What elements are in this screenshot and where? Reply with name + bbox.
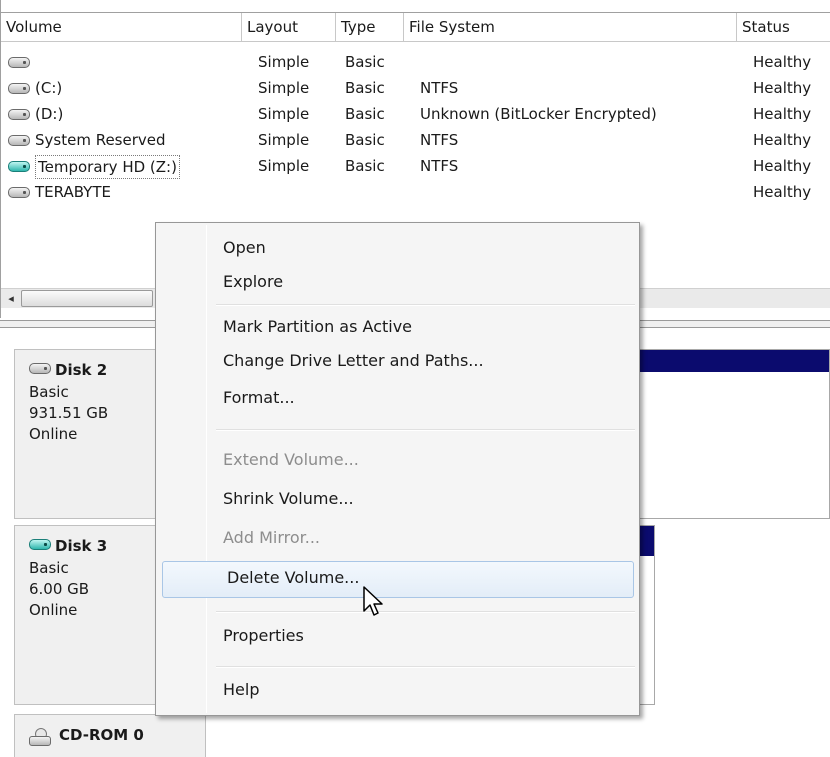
mouse-cursor-icon [363, 586, 383, 616]
volume-layout: Simple [258, 105, 310, 123]
scroll-left-arrow-icon[interactable]: ◂ [2, 290, 20, 307]
scrollbar-thumb[interactable] [21, 290, 153, 307]
menu-item-add-mirror: Add Mirror... [223, 528, 320, 547]
menu-item-help[interactable]: Help [158, 673, 637, 707]
menu-item-change-drive-letter[interactable]: Change Drive Letter and Paths... [158, 344, 637, 378]
volume-file-system: NTFS [420, 157, 459, 175]
drive-icon [8, 135, 30, 146]
column-header-layout[interactable]: Layout [242, 13, 336, 42]
volume-row[interactable]: System Reserved Simple Basic NTFS Health… [1, 128, 830, 154]
menu-item-explore[interactable]: Explore [158, 265, 637, 299]
volume-name: (D:) [35, 105, 64, 123]
cdrom-icon [29, 728, 53, 746]
volume-status: Healthy [753, 79, 812, 97]
volume-name: TERABYTE [35, 183, 111, 201]
drive-icon [29, 539, 51, 550]
volume-row[interactable]: TERABYTE Healthy [1, 180, 830, 206]
volume-status: Healthy [753, 157, 812, 175]
volume-status: Healthy [753, 131, 812, 149]
menu-separator [216, 666, 635, 668]
volume-row-selected[interactable]: Temporary HD (Z:) Simple Basic NTFS Heal… [1, 154, 830, 180]
volume-layout: Simple [258, 79, 310, 97]
volume-layout: Simple [258, 131, 310, 149]
volume-status: Healthy [753, 105, 812, 123]
menu-item-extend-volume: Extend Volume... [223, 450, 359, 469]
disk-info-cdrom-0[interactable]: CD-ROM 0 [14, 714, 206, 757]
volume-name: (C:) [35, 79, 63, 97]
volume-layout: Simple [258, 157, 310, 175]
drive-icon [8, 109, 30, 120]
volume-type: Basic [345, 79, 385, 97]
drive-icon [8, 57, 30, 68]
volume-type: Basic [345, 157, 385, 175]
volume-type: Basic [345, 105, 385, 123]
volume-name: System Reserved [35, 131, 166, 149]
disk-name: CD-ROM 0 [29, 723, 205, 747]
menu-separator [216, 611, 635, 613]
volume-file-system: NTFS [420, 79, 459, 97]
column-header-type[interactable]: Type [336, 13, 404, 42]
context-menu: Open Explore Mark Partition as Active Ch… [155, 222, 640, 716]
drive-icon [8, 161, 30, 172]
volume-layout: Simple [258, 53, 310, 71]
column-header-row: Volume Layout Type File System Status [1, 12, 830, 42]
volume-row[interactable]: Simple Basic Healthy [1, 50, 830, 76]
menu-item-shrink-volume[interactable]: Shrink Volume... [158, 482, 637, 516]
column-header-status[interactable]: Status [737, 13, 830, 42]
menu-item-open[interactable]: Open [158, 231, 637, 265]
menu-item-mark-partition-active[interactable]: Mark Partition as Active [158, 310, 637, 344]
volume-row[interactable]: (C:) Simple Basic NTFS Healthy [1, 76, 830, 102]
menu-separator [216, 429, 635, 431]
column-header-file-system[interactable]: File System [404, 13, 737, 42]
menu-separator [216, 304, 635, 306]
volume-row[interactable]: (D:) Simple Basic Unknown (BitLocker Enc… [1, 102, 830, 128]
menu-item-properties[interactable]: Properties [158, 619, 637, 653]
drive-icon [8, 187, 30, 198]
menu-item-delete-volume[interactable]: Delete Volume... [162, 561, 634, 598]
volume-status: Healthy [753, 53, 812, 71]
volume-file-system: NTFS [420, 131, 459, 149]
volume-file-system: Unknown (BitLocker Encrypted) [420, 105, 657, 123]
volume-name: Temporary HD (Z:) [35, 155, 180, 179]
volume-type: Basic [345, 131, 385, 149]
volume-status: Healthy [753, 183, 812, 201]
drive-icon [8, 83, 30, 94]
drive-icon [29, 363, 51, 374]
column-header-volume[interactable]: Volume [1, 13, 242, 42]
volume-type: Basic [345, 53, 385, 71]
menu-item-format[interactable]: Format... [158, 381, 637, 415]
